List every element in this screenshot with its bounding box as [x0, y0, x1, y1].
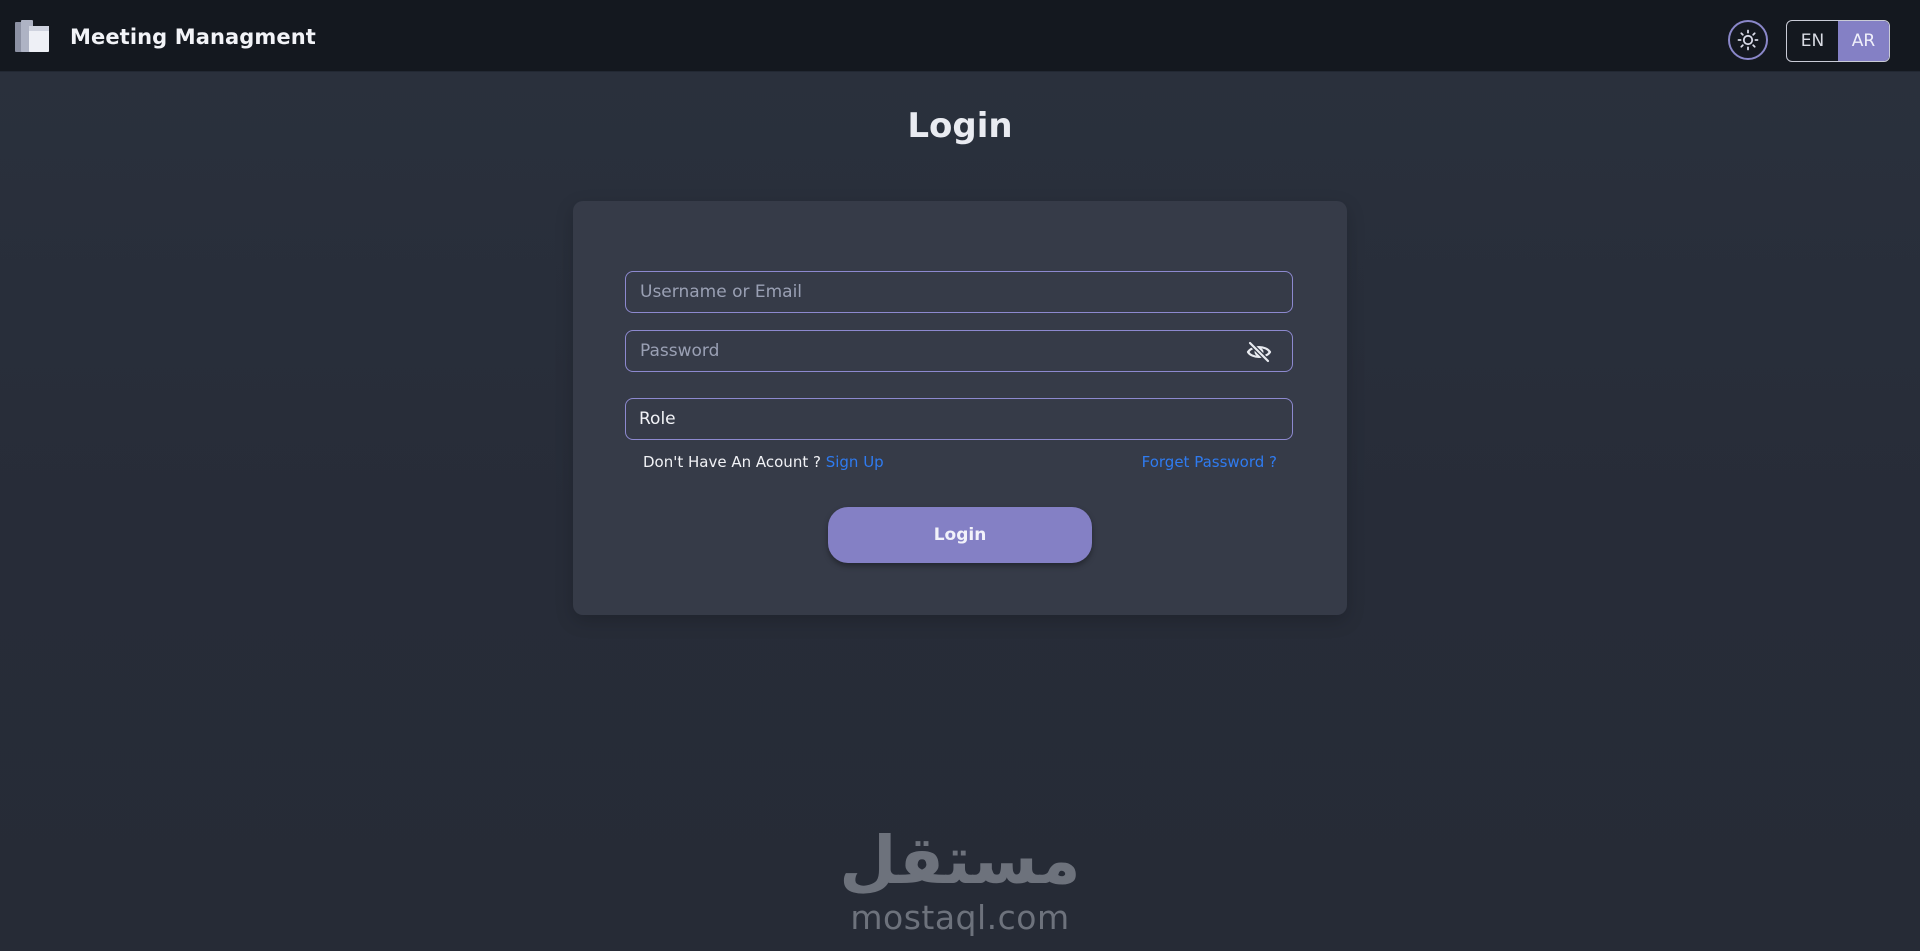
- watermark-latin-text: mostaql.com: [850, 898, 1070, 937]
- signup-prompt: Don't Have An Acount ? Sign Up: [643, 453, 884, 471]
- page-title: Login: [907, 106, 1013, 146]
- sign-up-link[interactable]: Sign Up: [826, 453, 884, 471]
- username-input[interactable]: [626, 272, 1292, 312]
- role-select-value: Role: [639, 409, 676, 429]
- eye-slash-icon[interactable]: [1246, 340, 1272, 364]
- folders-logo-icon: [15, 20, 49, 52]
- watermark-arabic-logo: مستقل: [839, 822, 1081, 899]
- theme-toggle-button[interactable]: [1728, 20, 1768, 60]
- language-switcher: EN AR: [1786, 20, 1890, 62]
- login-button[interactable]: Login: [828, 507, 1092, 563]
- forgot-password-link[interactable]: Forget Password ?: [1142, 453, 1277, 471]
- login-card: Role Don't Have An Acount ? Sign Up Forg…: [573, 201, 1347, 615]
- username-field: [625, 271, 1293, 313]
- sun-icon: [1737, 29, 1759, 51]
- brand[interactable]: Meeting Managment: [12, 16, 316, 58]
- password-field: [625, 330, 1293, 372]
- lang-ar-button[interactable]: AR: [1838, 21, 1889, 61]
- lang-en-button[interactable]: EN: [1787, 21, 1838, 61]
- role-select[interactable]: Role: [625, 398, 1293, 440]
- top-navbar: Meeting Managment EN AR: [0, 0, 1920, 72]
- app-title: Meeting Managment: [70, 25, 316, 49]
- mostaql-watermark: مستقل mostaql.com: [839, 822, 1081, 942]
- password-input[interactable]: [626, 331, 1292, 371]
- auth-links-row: Don't Have An Acount ? Sign Up Forget Pa…: [643, 453, 1277, 473]
- no-account-text: Don't Have An Acount ?: [643, 453, 821, 471]
